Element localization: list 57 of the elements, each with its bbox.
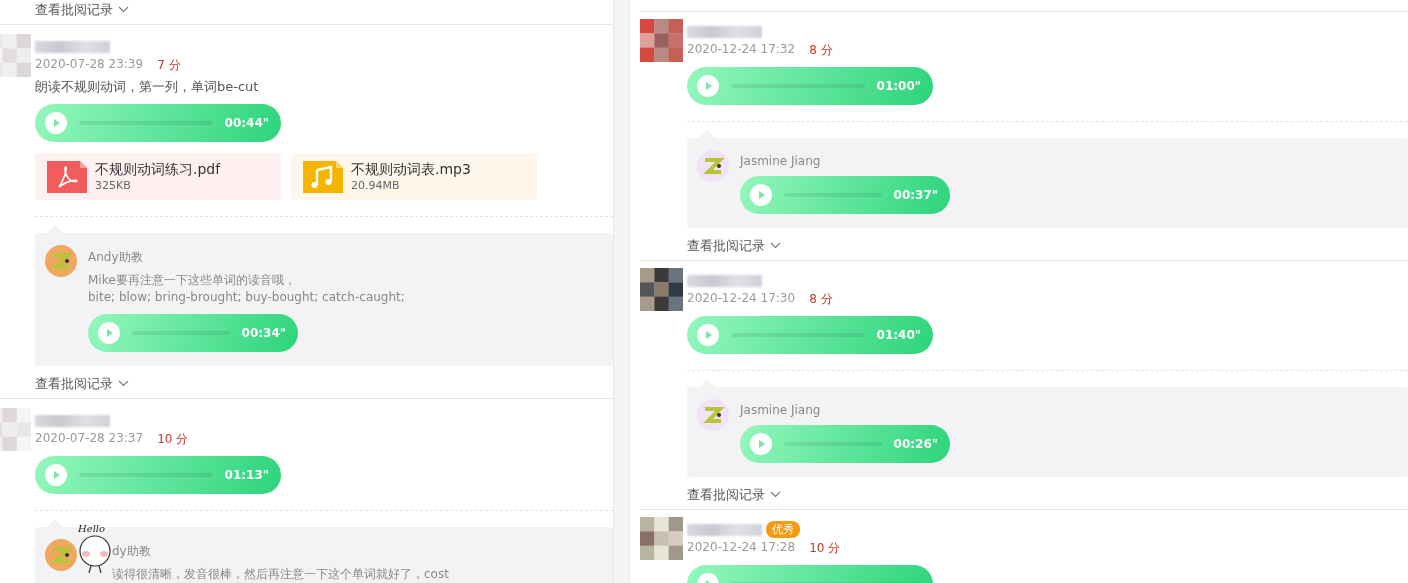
submission-date: 2020-12-24 17:32 bbox=[687, 42, 796, 58]
commenter-name: Jasmine Jiang bbox=[740, 403, 822, 417]
audio-duration: 01:40" bbox=[876, 328, 921, 342]
play-icon[interactable] bbox=[45, 112, 67, 134]
score: 8 分 bbox=[809, 42, 833, 59]
attachment-card[interactable]: 不规则动词表.mp3 20.94MB bbox=[291, 153, 537, 200]
review-history-link[interactable]: 查看批阅记录 bbox=[35, 0, 113, 19]
commenter-name: Andy助教 bbox=[88, 249, 144, 266]
submission-date: 2020-12-24 17:30 bbox=[687, 291, 796, 307]
play-icon[interactable] bbox=[697, 75, 719, 97]
excellent-badge: 优秀 bbox=[766, 521, 800, 538]
audio-duration: 00:34" bbox=[241, 326, 286, 340]
file-name: 不规则动词表.mp3 bbox=[351, 161, 471, 179]
play-icon[interactable] bbox=[45, 464, 67, 486]
score: 10 分 bbox=[157, 431, 189, 448]
play-icon[interactable] bbox=[98, 322, 120, 344]
submission-date: 2020-07-28 23:37 bbox=[35, 431, 144, 447]
audio-player[interactable]: 00:44" bbox=[35, 104, 281, 142]
score: 7 分 bbox=[157, 57, 181, 74]
submission-date: 2020-12-24 17:28 bbox=[687, 540, 796, 556]
audio-player[interactable]: 00:37" bbox=[740, 176, 950, 214]
commenter-name: Jasmine Jiang bbox=[740, 154, 822, 168]
audio-player[interactable]: 01:00" bbox=[687, 67, 933, 105]
audio-duration: 01:13" bbox=[224, 468, 269, 482]
comment-text: Mike要再注意一下这些单词的读音哦， bite; blow; bring-brought; buy-bought; catch-caught; bbox=[88, 272, 405, 306]
review-history-link[interactable]: 查看批阅记录 bbox=[687, 485, 765, 504]
score: 8 分 bbox=[809, 291, 833, 308]
play-icon[interactable] bbox=[697, 324, 719, 346]
audio-duration: 00:37" bbox=[893, 188, 938, 202]
play-icon[interactable] bbox=[750, 433, 772, 455]
audio-duration: 00:44" bbox=[224, 116, 269, 130]
commenter-name: dy助教 bbox=[112, 543, 152, 560]
assignment-text: 朗读不规则动词，第一列，单词be-cut bbox=[35, 78, 260, 96]
chevron-down-icon[interactable] bbox=[770, 491, 781, 498]
review-history-link[interactable]: 查看批阅记录 bbox=[687, 236, 765, 255]
score: 10 分 bbox=[809, 540, 841, 557]
comment-text: 读得很清晰，发音很棒，然后再注意一下这个单词就好了，cost bbox=[112, 566, 449, 583]
play-icon[interactable] bbox=[750, 184, 772, 206]
chevron-down-icon[interactable] bbox=[770, 242, 781, 249]
file-size: 20.94MB bbox=[351, 179, 401, 192]
submission-date: 2020-07-28 23:39 bbox=[35, 57, 144, 73]
audio-duration: 01:00" bbox=[876, 79, 921, 93]
file-size: 325KB bbox=[95, 179, 132, 192]
chevron-down-icon[interactable] bbox=[118, 6, 129, 13]
attachment-card[interactable]: 不规则动词练习.pdf 325KB bbox=[35, 153, 281, 200]
music-file-icon bbox=[303, 160, 343, 193]
review-history-link[interactable]: 查看批阅记录 bbox=[35, 374, 113, 393]
sticker-drawing bbox=[78, 534, 112, 574]
chevron-down-icon[interactable] bbox=[118, 380, 129, 387]
audio-player[interactable]: 01:13" bbox=[35, 456, 281, 494]
audio-player[interactable]: 00:26" bbox=[740, 425, 950, 463]
audio-player[interactable]: 00:34" bbox=[88, 314, 298, 352]
audio-duration: 00:26" bbox=[893, 437, 938, 451]
pdf-file-icon bbox=[47, 160, 87, 193]
audio-player[interactable]: 01:40" bbox=[687, 316, 933, 354]
sticker-caption: Hello bbox=[78, 523, 106, 534]
file-name: 不规则动词练习.pdf bbox=[95, 161, 221, 179]
